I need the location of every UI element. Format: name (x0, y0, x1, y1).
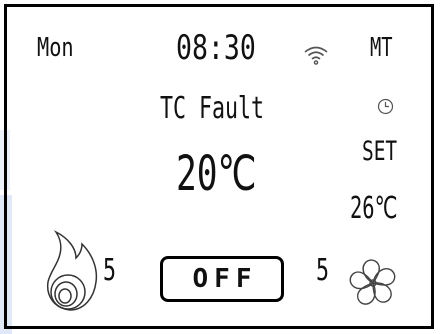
fan-level: 5 (316, 253, 330, 288)
clock-icon[interactable] (377, 98, 394, 115)
wifi-icon (304, 46, 328, 65)
thermostat-screen: Mon 08:30 MT TC Fault SET 20℃ 26℃ 5 OFF … (0, 0, 441, 334)
flame-icon[interactable] (40, 228, 104, 312)
mode-indicator[interactable]: MT (370, 35, 393, 61)
day-label: Mon (37, 33, 74, 63)
clock-time[interactable]: 08:30 (176, 31, 256, 65)
heat-level: 5 (103, 253, 117, 288)
current-temperature: 20℃ (176, 146, 257, 202)
power-button[interactable]: OFF (160, 256, 284, 302)
fan-icon[interactable] (346, 256, 400, 310)
power-button-label: OFF (192, 264, 258, 294)
set-label: SET (362, 136, 398, 167)
status-message: TC Fault (160, 91, 265, 126)
set-temperature[interactable]: 26℃ (350, 194, 397, 224)
